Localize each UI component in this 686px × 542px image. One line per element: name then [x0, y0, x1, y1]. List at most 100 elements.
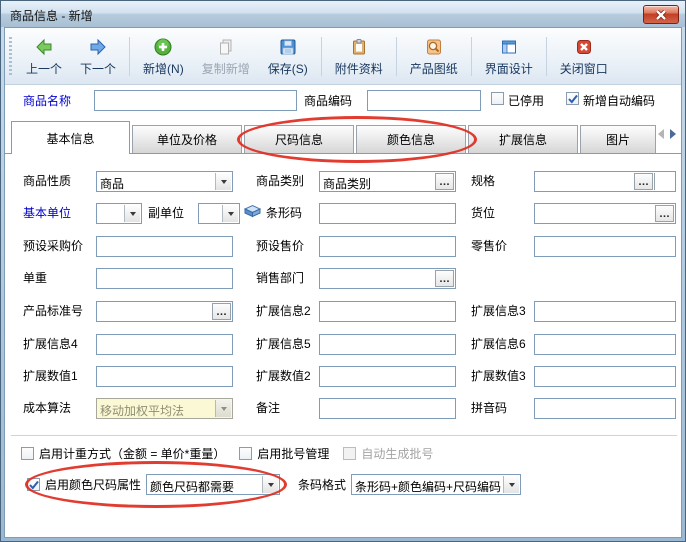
- product-type-combo[interactable]: 商品: [96, 171, 233, 192]
- tab-scroll-left-icon[interactable]: [658, 129, 664, 139]
- unit-weight-input[interactable]: [96, 268, 233, 289]
- sub-unit-combo[interactable]: [198, 203, 240, 224]
- dropdown-arrow-icon[interactable]: [222, 205, 238, 222]
- save-floppy-icon: [278, 37, 298, 57]
- check-icon: [28, 479, 40, 491]
- ui-design-button[interactable]: 界面设计: [476, 31, 542, 82]
- product-type-value: 商品: [100, 175, 214, 192]
- cost-method-combo: 移动加权平均法: [96, 398, 233, 419]
- product-std-no-field[interactable]: …: [96, 301, 233, 322]
- pinyin-code-input[interactable]: [534, 398, 676, 419]
- barcode-label: 条形码: [266, 206, 302, 220]
- tab-color-info[interactable]: 颜色信息: [356, 125, 466, 153]
- tab-scroll-right-icon[interactable]: [670, 129, 676, 139]
- sub-unit-label: 副单位: [148, 206, 184, 220]
- tab-unit-price[interactable]: 单位及价格: [132, 125, 242, 153]
- ellipsis-button[interactable]: …: [435, 173, 454, 190]
- product-name-label[interactable]: 商品名称: [23, 94, 71, 108]
- color-size-checkbox[interactable]: [27, 478, 40, 491]
- product-code-label: 商品编码: [304, 94, 352, 108]
- location-field[interactable]: …: [534, 203, 676, 224]
- weight-mode-checkbox[interactable]: [21, 447, 34, 460]
- tab-extended-info[interactable]: 扩展信息: [468, 125, 578, 153]
- ext-num1-input[interactable]: [96, 366, 233, 387]
- ui-design-button-label: 界面设计: [485, 60, 533, 77]
- barcode-format-combo[interactable]: 条形码+颜色编码+尺码编码: [351, 474, 521, 495]
- prev-button-label: 上一个: [26, 60, 62, 77]
- toolbar-separator: [546, 37, 547, 76]
- sales-dept-field[interactable]: …: [319, 268, 456, 289]
- toolbar-grip[interactable]: [9, 37, 12, 77]
- ext-num3-label: 扩展数值3: [471, 369, 526, 383]
- client-area: 上一个 下一个 新增(N) 复制新增: [4, 27, 682, 538]
- footer-options-row: 启用计重方式（金额 = 单价*重量） 启用批号管理 自动生成批号: [21, 445, 433, 462]
- batch-mgmt-checkbox[interactable]: [239, 447, 252, 460]
- category-field[interactable]: 商品类别 …: [319, 171, 456, 192]
- retail-price-input[interactable]: [534, 236, 676, 257]
- next-button-label: 下一个: [80, 60, 116, 77]
- save-button-label: 保存(S): [268, 60, 308, 77]
- product-code-input[interactable]: [367, 90, 481, 111]
- add-button[interactable]: 新增(N): [134, 31, 193, 82]
- spec-extra-segment: [654, 173, 674, 190]
- base-unit-combo[interactable]: [96, 203, 142, 224]
- barcode-input[interactable]: [319, 203, 456, 224]
- ellipsis-button[interactable]: …: [435, 270, 454, 287]
- titlebar-close-button[interactable]: [643, 5, 679, 24]
- ellipsis-button[interactable]: …: [634, 173, 653, 190]
- toolbar-separator: [396, 37, 397, 76]
- section-divider: [11, 435, 677, 436]
- preset-purchase-price-input[interactable]: [96, 236, 233, 257]
- ext-num2-label: 扩展数值2: [256, 369, 311, 383]
- attachments-button[interactable]: 附件资料: [326, 31, 392, 82]
- ext-num3-input[interactable]: [534, 366, 676, 387]
- titlebar: 商品信息 - 新增: [1, 1, 685, 27]
- spec-field[interactable]: …: [534, 171, 676, 192]
- check-icon: [567, 93, 579, 105]
- remark-input[interactable]: [319, 398, 456, 419]
- color-size-combo[interactable]: 颜色尺码都需要: [146, 474, 280, 495]
- copy-add-button-label: 复制新增: [202, 60, 250, 77]
- window-layout-icon: [499, 37, 519, 57]
- tab-size-info[interactable]: 尺码信息: [244, 125, 354, 153]
- stopped-checkbox[interactable]: [491, 92, 504, 105]
- ellipsis-button[interactable]: …: [212, 303, 231, 320]
- dropdown-arrow-icon[interactable]: [503, 476, 519, 493]
- product-info-window: 商品信息 - 新增 上一个 下一个: [0, 0, 686, 542]
- preset-sale-price-input[interactable]: [319, 236, 456, 257]
- dropdown-arrow-icon[interactable]: [124, 205, 140, 222]
- ext-info4-input[interactable]: [96, 334, 233, 355]
- ext-info2-input[interactable]: [319, 301, 456, 322]
- copy-add-button: 复制新增: [193, 31, 259, 82]
- product-drawing-button[interactable]: 产品图纸: [401, 31, 467, 82]
- book-icon[interactable]: [243, 201, 262, 219]
- autocode-checkbox[interactable]: [566, 92, 579, 105]
- ellipsis-button[interactable]: …: [655, 205, 674, 222]
- product-name-input[interactable]: [94, 90, 297, 111]
- toolbar-separator: [471, 37, 472, 76]
- product-drawing-button-label: 产品图纸: [410, 60, 458, 77]
- base-unit-label[interactable]: 基本单位: [23, 206, 71, 220]
- tab-image[interactable]: 图片: [580, 125, 656, 153]
- ext-info6-input[interactable]: [534, 334, 676, 355]
- dropdown-arrow-icon[interactable]: [215, 173, 231, 190]
- close-window-button[interactable]: 关闭窗口: [551, 31, 617, 82]
- ext-info5-input[interactable]: [319, 334, 456, 355]
- ext-info2-label: 扩展信息2: [256, 304, 311, 318]
- ext-info3-input[interactable]: [534, 301, 676, 322]
- category-label: 商品类别: [256, 174, 304, 188]
- save-button[interactable]: 保存(S): [259, 31, 317, 82]
- auto-batch-label: 自动生成批号: [361, 447, 433, 461]
- ext-num2-input[interactable]: [319, 366, 456, 387]
- tab-basic-info[interactable]: 基本信息: [11, 121, 130, 154]
- next-button[interactable]: 下一个: [71, 31, 125, 82]
- spec-label: 规格: [471, 174, 495, 188]
- dropdown-arrow-icon[interactable]: [262, 476, 278, 493]
- ext-info6-label: 扩展信息6: [471, 337, 526, 351]
- tab-label: 图片: [606, 131, 630, 148]
- cost-method-label: 成本算法: [23, 401, 71, 415]
- tab-label: 颜色信息: [387, 131, 435, 148]
- auto-batch-checkbox: [343, 447, 356, 460]
- product-std-no-label: 产品标准号: [23, 304, 83, 318]
- prev-button[interactable]: 上一个: [17, 31, 71, 82]
